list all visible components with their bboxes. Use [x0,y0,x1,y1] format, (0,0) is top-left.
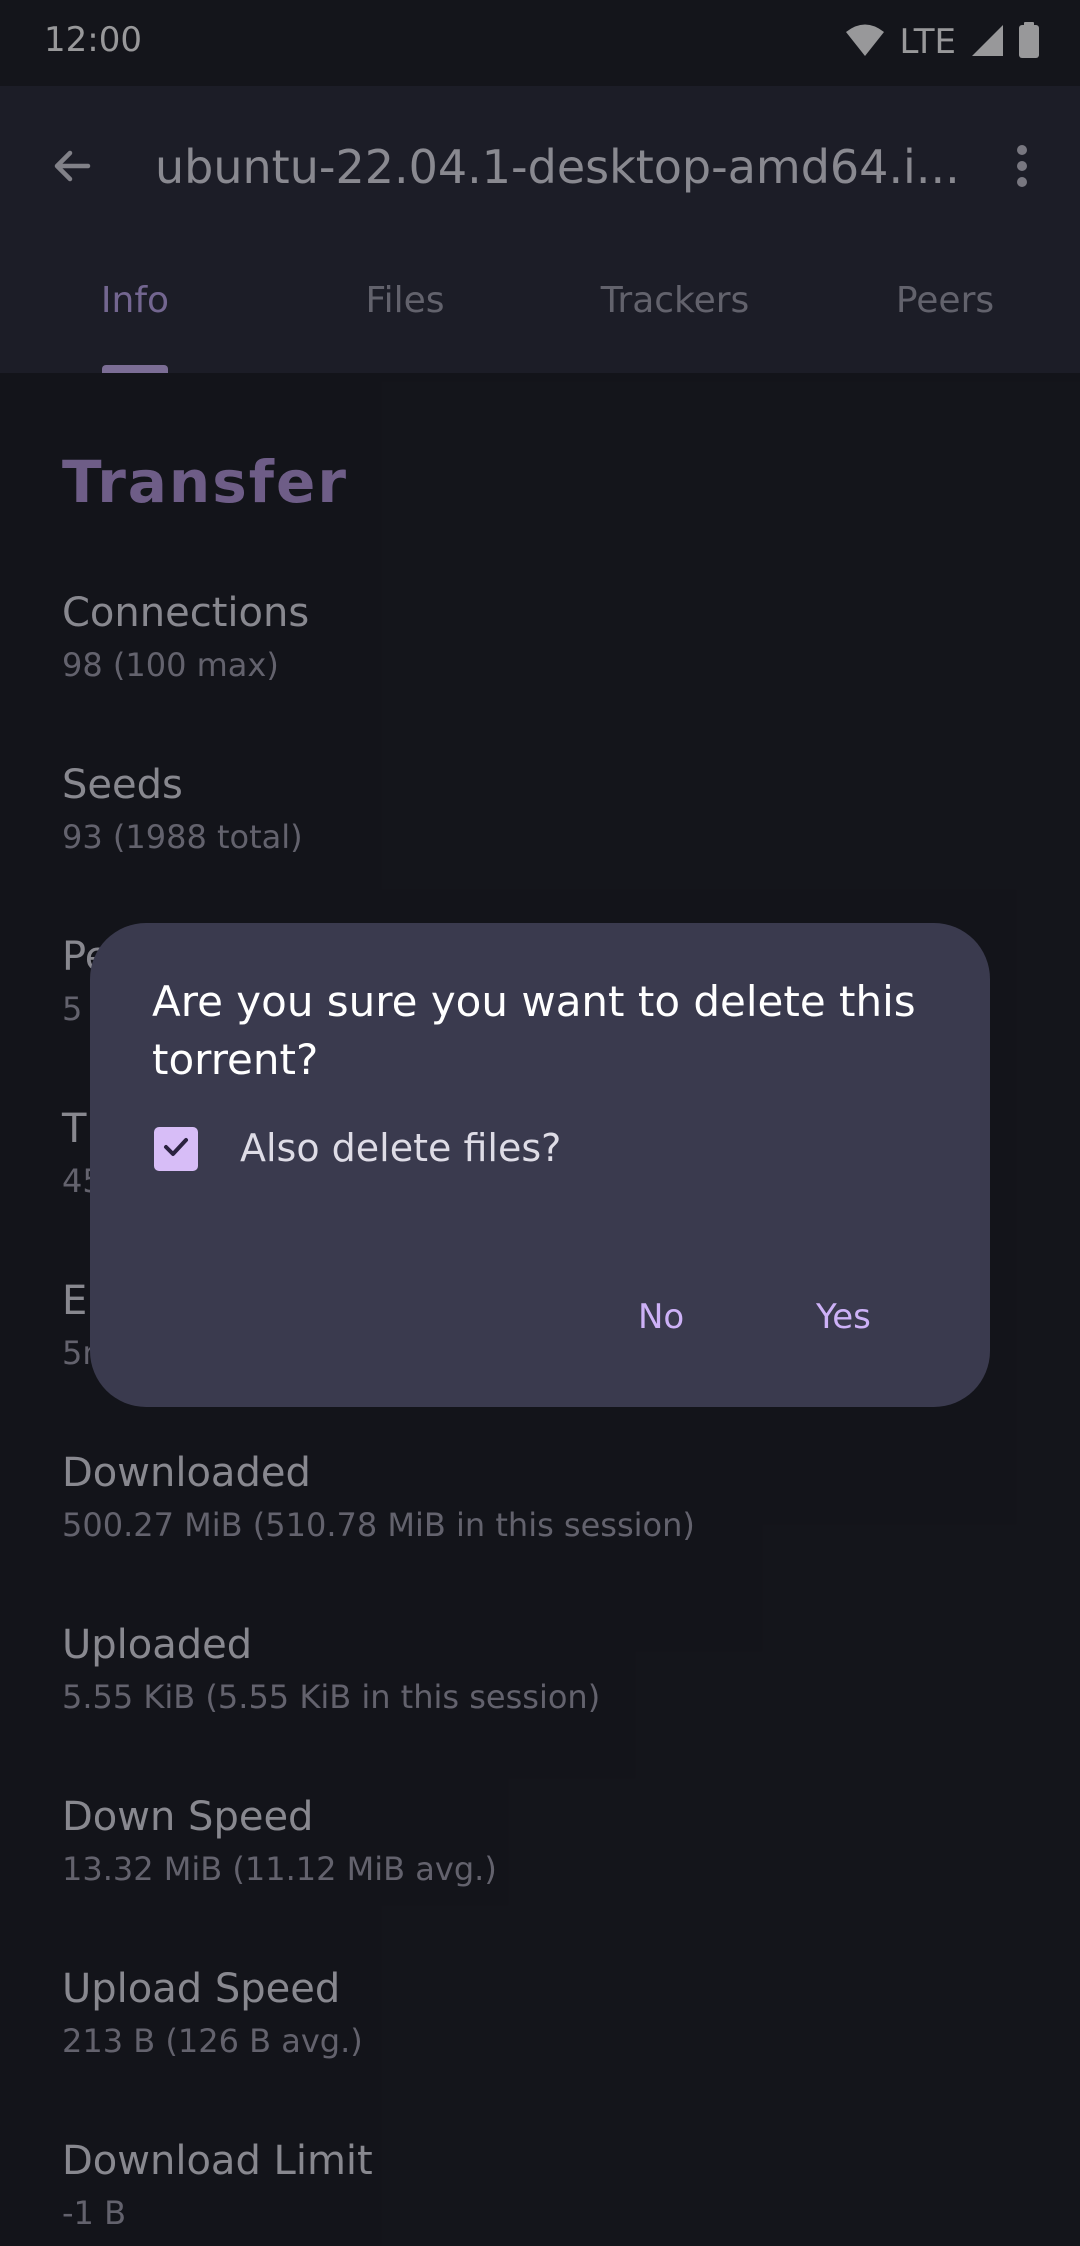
check-icon [160,1131,192,1167]
delete-torrent-dialog: Are you sure you want to delete this tor… [90,923,990,1407]
no-button[interactable]: No [638,1285,684,1349]
delete-files-checkbox[interactable] [154,1127,198,1171]
screen: 12:00 LTE ubuntu-22.04.1-desktop-amd64.i… [0,0,1080,2246]
delete-files-label[interactable]: Also delete files? [240,1123,561,1173]
yes-button[interactable]: Yes [816,1285,871,1349]
dialog-title: Are you sure you want to delete this tor… [152,977,916,1084]
